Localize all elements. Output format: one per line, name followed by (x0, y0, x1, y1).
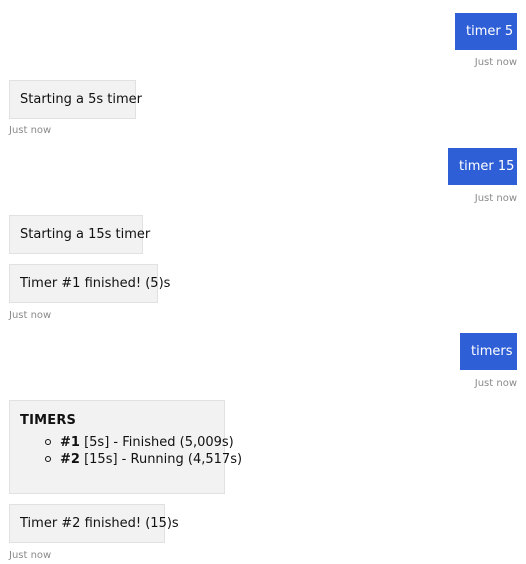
message-text: Starting a 15s timer (20, 227, 151, 242)
message-text: timer 5 (466, 24, 514, 39)
timer-detail: [15s] - Running (4,517s) (79, 452, 243, 467)
message-text: timers (471, 344, 513, 359)
message-text: Timer #2 finished! (15)s (20, 516, 179, 531)
bot-message-bubble: Starting a 5s timer (9, 80, 142, 119)
user-message-bubble: timer 5 (455, 13, 517, 50)
message-timestamp: Just now (474, 57, 517, 68)
user-message-bubble: timer 15 (448, 148, 517, 185)
timer-detail: [5s] - Finished (5,009s) (79, 435, 234, 450)
bot-message-bubble: Timer #2 finished! (15)s (9, 504, 179, 543)
message-timestamp: Just now (474, 193, 517, 204)
message-text: timer 15 (459, 159, 515, 174)
timer-number: #2 (60, 452, 80, 467)
message-timestamp: Just now (9, 310, 52, 321)
circle-bullet-icon (45, 439, 51, 445)
timers-card: TIMERS #1 [5s] - Finished (5,009s) #2 [1… (9, 400, 242, 494)
message-timestamp: Just now (474, 378, 517, 389)
timers-list: #1 [5s] - Finished (5,009s) #2 [15s] - R… (20, 434, 242, 468)
bot-message-bubble: Starting a 15s timer (9, 215, 150, 254)
timer-list-item: #1 [5s] - Finished (5,009s) (20, 434, 234, 451)
message-text: Starting a 5s timer (20, 92, 142, 107)
timer-list-item: #2 [15s] - Running (4,517s) (20, 451, 242, 468)
message-timestamp: Just now (9, 125, 52, 136)
timers-card-title: TIMERS (20, 413, 77, 428)
timer-number: #1 (60, 435, 80, 450)
message-timestamp: Just now (9, 550, 52, 561)
bot-message-bubble: Timer #1 finished! (5)s (9, 264, 170, 303)
user-message-bubble: timers (460, 333, 517, 370)
message-text: Timer #1 finished! (5)s (20, 276, 171, 291)
circle-bullet-icon (45, 456, 51, 462)
